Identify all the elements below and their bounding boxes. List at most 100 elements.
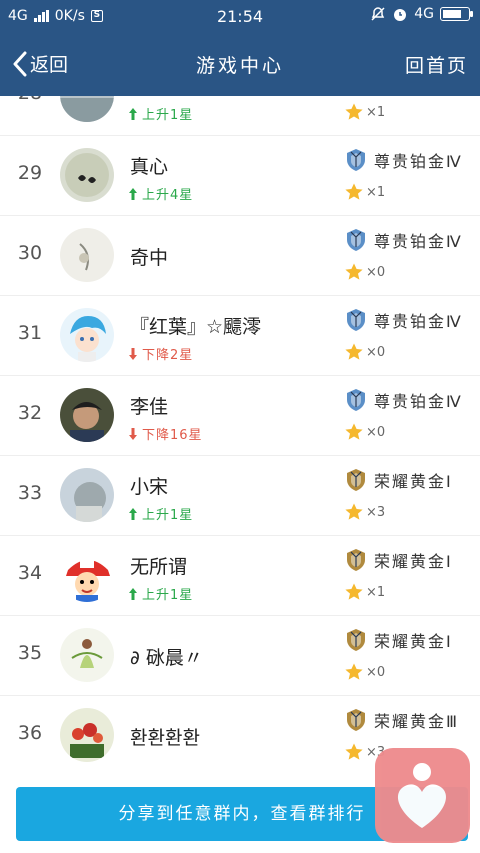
avatar[interactable] <box>60 308 114 362</box>
heart-person-icon <box>397 763 447 828</box>
rank-number: 30 <box>17 242 43 264</box>
rank-badge-icon <box>347 309 365 331</box>
star-count: ×0 <box>344 422 385 442</box>
star-icon <box>345 183 363 200</box>
star-count-label: ×3 <box>366 504 386 520</box>
star-icon <box>345 263 363 280</box>
tier: 尊贵铂金Ⅳ <box>344 148 463 172</box>
star-count: ×1 <box>344 102 385 122</box>
tier: 荣耀黄金Ⅰ <box>344 468 453 492</box>
rank-trend-label: 上升1星 <box>142 108 194 123</box>
player-name: 李佳 <box>130 396 169 418</box>
ranking-row[interactable]: 34 无所谓 上升1星 荣耀黄金Ⅰ ×1 <box>0 536 480 616</box>
tier-label: 尊贵铂金Ⅳ <box>374 152 463 171</box>
ranking-row[interactable]: 35 ∂ 砯晨〃 荣耀黄金Ⅰ ×0 <box>0 616 480 696</box>
player-name: 无所谓 <box>130 556 188 578</box>
avatar[interactable] <box>60 468 114 522</box>
rank-trend: 上升1星 <box>128 504 193 523</box>
rank-badge-icon <box>347 549 365 571</box>
star-count: ×0 <box>344 662 385 682</box>
tier: 尊贵铂金Ⅳ <box>344 308 463 332</box>
tier: 荣耀黄金Ⅰ <box>344 548 453 572</box>
star-count-label: ×0 <box>366 264 386 280</box>
star-count: ×3 <box>344 502 385 522</box>
avatar-image <box>60 96 114 122</box>
star-count-label: ×1 <box>366 184 386 200</box>
star-count: ×1 <box>344 582 385 602</box>
rank-number: 29 <box>17 162 43 184</box>
tier: 尊贵铂金Ⅳ <box>344 388 463 412</box>
rank-trend: 下降2星 <box>128 344 193 363</box>
tier: 尊贵铂金Ⅳ <box>344 228 463 252</box>
ranking-list[interactable]: 28上升1星×129真心上升4星尊贵铂金Ⅳ×130奇中尊贵铂金Ⅳ×031『红葉』… <box>0 96 480 773</box>
tier-label: 荣耀黄金Ⅰ <box>374 632 453 651</box>
rank-trend: 上升4星 <box>128 184 193 203</box>
avatar-image <box>60 388 114 442</box>
rank-number: 33 <box>17 482 43 504</box>
arrow-up-icon <box>129 507 137 520</box>
arrow-up-icon <box>129 107 137 120</box>
star-count-label: ×1 <box>366 584 386 600</box>
tier-label: 尊贵铂金Ⅳ <box>374 232 463 251</box>
player-name: 『红葉』☆飃澪 <box>130 316 262 338</box>
player-name: 환환환환 <box>130 727 200 749</box>
tier: 荣耀黄金Ⅲ <box>344 708 459 732</box>
avatar-image <box>60 708 114 762</box>
star-icon <box>345 103 363 120</box>
avatar[interactable] <box>60 228 114 282</box>
ranking-row[interactable]: 33 小宋上升1星 荣耀黄金Ⅰ ×3 <box>0 456 480 536</box>
star-icon <box>345 503 363 520</box>
nav-bar: 返回 游戏中心 回首页 <box>0 32 480 96</box>
rank-trend: 上升1星 <box>128 104 193 123</box>
rank-trend: 下降16星 <box>128 424 203 443</box>
home-button[interactable]: 回首页 <box>405 51 468 78</box>
ranking-row[interactable]: 29 真心上升4星 尊贵铂金Ⅳ ×1 <box>0 136 480 216</box>
player-name: 小宋 <box>130 476 169 498</box>
star-count-label: ×0 <box>366 664 386 680</box>
rank-trend-label: 下降2星 <box>142 348 194 363</box>
star-icon <box>345 583 363 600</box>
avatar[interactable] <box>60 388 114 442</box>
tier-label: 荣耀黄金Ⅰ <box>374 552 453 571</box>
tier-label: 荣耀黄金Ⅲ <box>374 712 460 731</box>
rank-badge-icon <box>347 389 365 411</box>
ranking-row[interactable]: 31 『红葉』☆飃澪 下降2星 尊贵铂金Ⅳ ×0 <box>0 296 480 376</box>
tier-label: 尊贵铂金Ⅳ <box>374 312 463 331</box>
star-icon <box>345 343 363 360</box>
star-icon <box>345 663 363 680</box>
alarm-icon <box>394 9 407 21</box>
rank-trend: 上升1星 <box>128 584 193 603</box>
status-right: 4G <box>370 6 473 22</box>
star-count-label: ×0 <box>366 424 386 440</box>
status-bar: 4G 0K/s S 21:54 4G <box>0 0 480 32</box>
rank-trend-label: 下降16星 <box>142 428 203 443</box>
player-name: ∂ 砯晨〃 <box>130 647 203 669</box>
avatar-image <box>60 628 114 682</box>
floating-app-button[interactable] <box>375 748 470 843</box>
rank-number: 31 <box>17 322 43 344</box>
avatar-image <box>60 308 114 362</box>
ranking-row[interactable]: 32 李佳 下降16星 尊贵铂金Ⅳ ×0 <box>0 376 480 456</box>
avatar[interactable] <box>60 96 114 122</box>
avatar-image <box>60 468 114 522</box>
rank-number: 28 <box>0 96 60 104</box>
network-right-label: 4G <box>414 6 434 22</box>
avatar[interactable] <box>60 708 114 762</box>
ranking-row[interactable]: 28 上升1星 ×1 <box>0 96 480 136</box>
arrow-up-icon <box>129 187 137 200</box>
ranking-row[interactable]: 30 奇中 尊贵铂金Ⅳ ×0 <box>0 216 480 296</box>
rank-trend-label: 上升1星 <box>142 508 194 523</box>
arrow-down-icon <box>129 427 137 440</box>
player-name: 真心 <box>130 156 169 178</box>
rank-number: 36 <box>17 722 43 744</box>
rank-trend-label: 上升1星 <box>142 588 194 603</box>
avatar[interactable] <box>60 628 114 682</box>
rank-badge-icon <box>347 149 365 171</box>
star-count: ×0 <box>344 262 385 282</box>
star-icon <box>345 743 363 760</box>
mute-icon <box>371 7 385 21</box>
avatar[interactable] <box>60 148 114 202</box>
avatar[interactable] <box>60 548 114 602</box>
ranking-list-inner: 28上升1星×129真心上升4星尊贵铂金Ⅳ×130奇中尊贵铂金Ⅳ×031『红葉』… <box>0 96 480 773</box>
tier: 荣耀黄金Ⅰ <box>344 628 453 652</box>
